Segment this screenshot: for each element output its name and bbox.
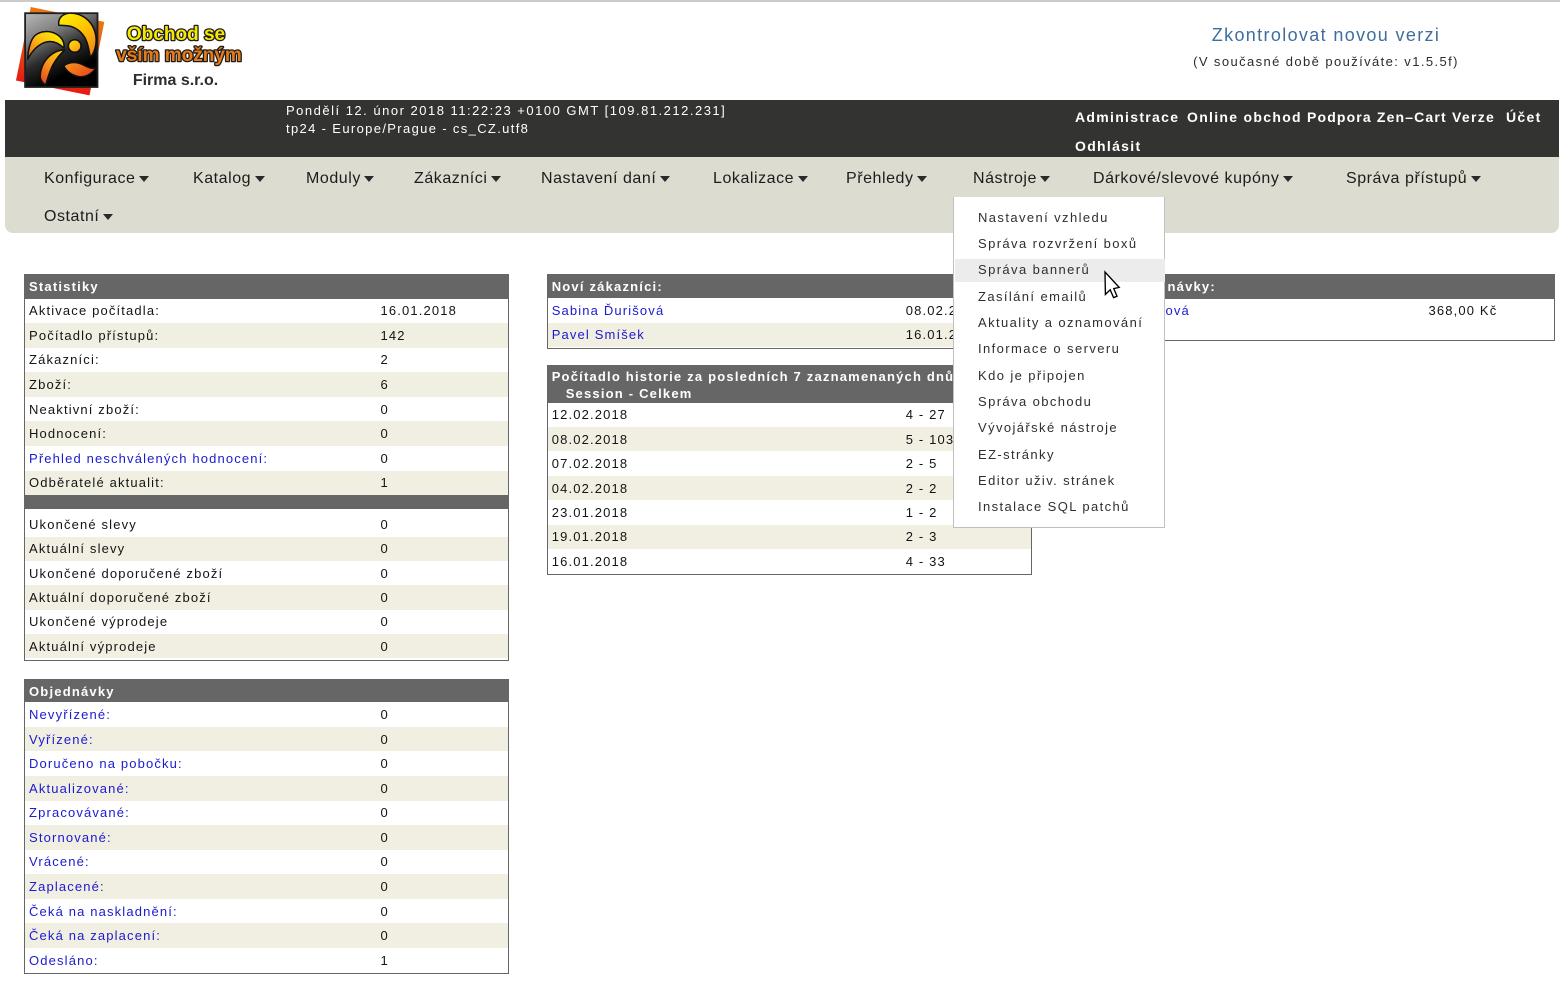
svg-text:vším možným: vším možným	[116, 45, 242, 66]
svg-text:Firma s.r.o.: Firma s.r.o.	[133, 72, 218, 89]
svg-text:Obchod se: Obchod se	[127, 24, 225, 45]
